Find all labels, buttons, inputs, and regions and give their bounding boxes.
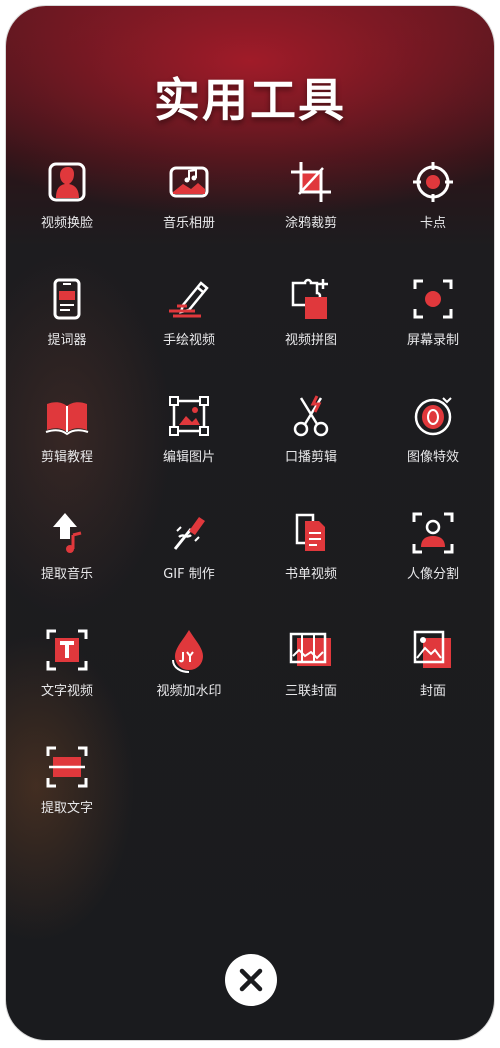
tool-image-effects[interactable]: 图像特效	[372, 390, 494, 507]
close-button[interactable]	[225, 954, 277, 1006]
tool-label: 视频换脸	[40, 216, 93, 231]
image-effect-icon	[409, 392, 457, 440]
tool-label: 剪辑教程	[40, 450, 93, 465]
triptych-cover-icon	[287, 626, 335, 674]
crop-icon	[287, 158, 335, 206]
tool-label: 卡点	[419, 216, 446, 231]
tool-label: 手绘视频	[162, 333, 215, 348]
tool-label: 视频加水印	[156, 684, 222, 699]
tool-label: 涂鸦裁剪	[284, 216, 337, 231]
cover-icon	[409, 626, 457, 674]
tool-crop[interactable]: 涂鸦裁剪	[250, 156, 372, 273]
tool-editing-tutorial[interactable]: 剪辑教程	[6, 390, 128, 507]
tool-label: 书单视频	[284, 567, 337, 582]
extract-text-icon	[43, 743, 91, 791]
scissors-icon	[287, 392, 335, 440]
tool-teleprompter[interactable]: 提词器	[6, 273, 128, 390]
tool-label: 提取文字	[40, 801, 93, 816]
watermark-drop-icon	[165, 626, 213, 674]
tool-label: 三联封面	[284, 684, 337, 699]
tool-edit-image[interactable]: 编辑图片	[128, 390, 250, 507]
tool-gif-maker[interactable]: GIF 制作	[128, 507, 250, 624]
tool-watermark[interactable]: 视频加水印	[128, 624, 250, 741]
tool-music-album[interactable]: 音乐相册	[128, 156, 250, 273]
tool-label: 口播剪辑	[284, 450, 337, 465]
tool-booklist-video[interactable]: 书单视频	[250, 507, 372, 624]
tool-beat-point[interactable]: 卡点	[372, 156, 494, 273]
tool-hand-drawn-video[interactable]: 手绘视频	[128, 273, 250, 390]
tool-extract-music[interactable]: 提取音乐	[6, 507, 128, 624]
pen-draw-icon	[165, 275, 213, 323]
tool-label: 图像特效	[406, 450, 459, 465]
tool-text-video[interactable]: 文字视频	[6, 624, 128, 741]
puzzle-icon	[287, 275, 335, 323]
tool-portrait-segment[interactable]: 人像分割	[372, 507, 494, 624]
tool-label: 视频拼图	[284, 333, 337, 348]
close-icon	[239, 968, 263, 992]
tool-label: 封面	[419, 684, 446, 699]
image-edit-icon	[165, 392, 213, 440]
extract-music-icon	[43, 509, 91, 557]
tool-cover[interactable]: 封面	[372, 624, 494, 741]
tool-face-swap[interactable]: 视频换脸	[6, 156, 128, 273]
page-title: 实用工具	[154, 73, 346, 127]
tool-label: 提词器	[47, 333, 87, 348]
document-icon	[287, 509, 335, 557]
tool-triptych-cover[interactable]: 三联封面	[250, 624, 372, 741]
tool-label: GIF 制作	[163, 567, 215, 582]
gif-brush-icon	[165, 509, 213, 557]
teleprompter-icon	[43, 275, 91, 323]
portrait-segment-icon	[409, 509, 457, 557]
tool-screen-record[interactable]: 屏幕录制	[372, 273, 494, 390]
screen-record-icon	[409, 275, 457, 323]
tool-label: 提取音乐	[40, 567, 93, 582]
tool-label: 屏幕录制	[406, 333, 459, 348]
tool-grid: 视频换脸 音乐相册 涂鸦裁剪 卡点 提词器 手绘视频 视频拼图 屏幕录制 剪辑教…	[6, 156, 494, 858]
book-icon	[43, 392, 91, 440]
tools-panel: 实用工具 视频换脸 音乐相册 涂鸦裁剪 卡点 提词器 手绘视频 视频拼图 屏幕录…	[6, 6, 494, 1040]
tool-video-puzzle[interactable]: 视频拼图	[250, 273, 372, 390]
tool-label: 音乐相册	[162, 216, 215, 231]
tool-voice-edit[interactable]: 口播剪辑	[250, 390, 372, 507]
music-album-icon	[165, 158, 213, 206]
beat-target-icon	[409, 158, 457, 206]
tool-label: 人像分割	[406, 567, 459, 582]
tool-label: 编辑图片	[162, 450, 215, 465]
tool-label: 文字视频	[40, 684, 93, 699]
text-video-icon	[43, 626, 91, 674]
tool-extract-text[interactable]: 提取文字	[6, 741, 128, 858]
face-swap-icon	[43, 158, 91, 206]
